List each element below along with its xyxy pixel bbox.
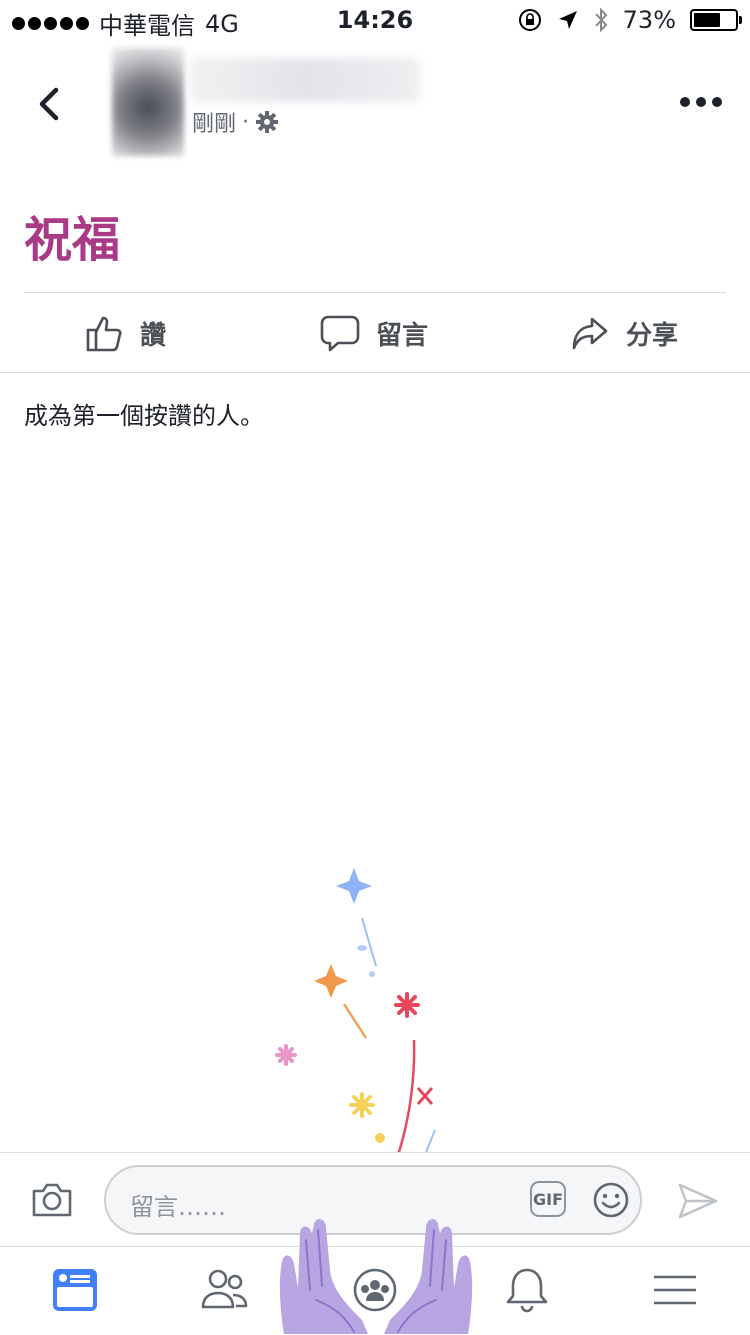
sparkle-icon (336, 868, 372, 904)
like-button[interactable]: 讚 (84, 296, 166, 370)
comment-button[interactable]: 留言 (320, 296, 428, 370)
meta-separator: · (242, 109, 250, 135)
battery-percent: 73% (622, 6, 676, 34)
tab-notifications[interactable] (502, 1265, 552, 1315)
avatar[interactable] (112, 48, 184, 156)
send-icon[interactable] (676, 1181, 720, 1221)
comment-placeholder: 留言…… (130, 1193, 226, 1221)
status-bar: 中華電信 4G 14:26 73% (0, 0, 750, 40)
sparkle-icon (394, 992, 420, 1018)
battery-icon (690, 9, 742, 31)
divider (24, 292, 726, 293)
tab-news-feed[interactable] (50, 1265, 100, 1315)
settings-icon (256, 111, 279, 133)
post-timestamp: 剛剛 (192, 112, 237, 137)
like-icon (86, 316, 122, 352)
camera-icon[interactable] (30, 1179, 74, 1219)
comment-icon (320, 315, 360, 352)
emoji-icon[interactable] (592, 1181, 630, 1219)
gif-button[interactable]: GIF (530, 1181, 566, 1217)
comment-label: 留言 (376, 320, 429, 351)
share-icon (572, 317, 608, 350)
like-label: 讚 (140, 320, 167, 351)
hands-illustration (279, 1219, 473, 1334)
post-meta: 剛剛 · (192, 106, 279, 138)
post-actions: 讚 留言 分享 (0, 296, 750, 370)
more-icon[interactable] (680, 92, 722, 112)
bluetooth-icon (594, 7, 608, 33)
back-icon[interactable] (32, 84, 72, 124)
share-button[interactable]: 分享 (570, 296, 678, 370)
first-like-prompt: 成為第一個按讚的人。 (24, 402, 264, 430)
divider (0, 372, 750, 373)
author-name-blurred[interactable] (190, 58, 420, 102)
orientation-lock-icon (518, 9, 541, 31)
share-label: 分享 (626, 320, 679, 351)
sparkle-icon (314, 964, 348, 998)
tab-friends[interactable] (200, 1265, 250, 1315)
post-text: 祝福 (24, 212, 121, 268)
tab-menu[interactable] (650, 1265, 700, 1315)
location-icon (558, 11, 577, 29)
